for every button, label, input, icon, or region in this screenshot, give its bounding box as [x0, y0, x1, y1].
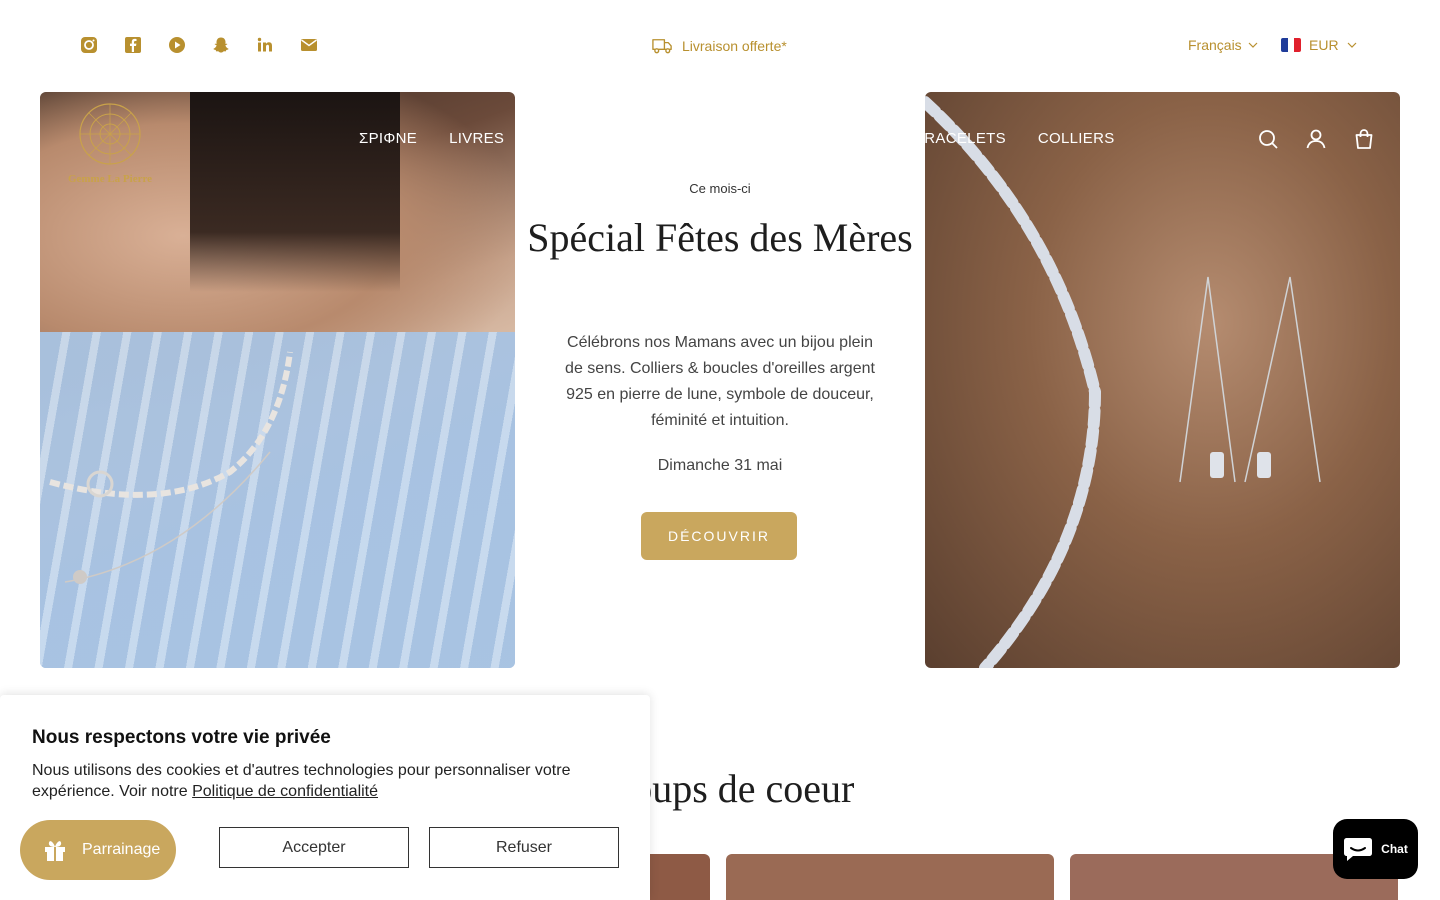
discover-button[interactable]: DÉCOUVRIR [641, 512, 797, 560]
hero-description: Célébrons nos Mamans avec un bijou plein… [565, 334, 875, 429]
france-flag-icon [1281, 38, 1301, 52]
referral-button[interactable]: Parrainage [20, 820, 176, 880]
account-icon[interactable] [1305, 128, 1327, 150]
chevron-down-icon [1248, 42, 1258, 48]
main-nav-right: BRACELETS COLLIERS [914, 130, 1115, 147]
main-nav-left: ΣΡΙΦΝΕ LIVRES [359, 130, 504, 147]
nav-item-livres[interactable]: LIVRES [449, 130, 504, 147]
hero-date: Dimanche 31 mai [657, 457, 783, 474]
social-links [80, 36, 318, 54]
hero-title: Spécial Fêtes des Mères [527, 215, 913, 260]
language-label: Français [1188, 37, 1242, 53]
youtube-icon[interactable] [168, 36, 186, 54]
nav-item-colliers[interactable]: COLLIERS [1038, 130, 1115, 147]
shipping-label: Livraison offerte* [682, 37, 787, 54]
header-actions [1257, 128, 1375, 150]
top-utility-bar: Livraison offerte* Français EUR [0, 0, 1440, 92]
cookie-text: Nous utilisons des cookies et d'autres t… [32, 762, 571, 800]
product-card[interactable] [726, 854, 1054, 900]
language-selector[interactable]: Français [1188, 37, 1258, 53]
moonstone-jewelry-photo [925, 96, 1321, 668]
privacy-policy-link[interactable]: Politique de confidentialité [192, 783, 378, 800]
instagram-icon[interactable] [80, 36, 98, 54]
accept-button[interactable]: Accepter [219, 827, 409, 868]
refuse-button[interactable]: Refuser [429, 827, 619, 868]
gift-icon [45, 841, 65, 861]
currency-label: EUR [1309, 37, 1339, 53]
facebook-icon[interactable] [124, 36, 142, 54]
referral-label: Parrainage [82, 841, 161, 858]
free-shipping-notice[interactable]: Livraison offerte* [651, 34, 787, 57]
mail-icon[interactable] [300, 36, 318, 54]
truck-icon [652, 39, 672, 54]
mandala-logo-icon [79, 103, 141, 165]
hero-eyebrow: Ce mois-ci [689, 181, 751, 196]
cart-icon[interactable] [1353, 128, 1375, 150]
linkedin-icon[interactable] [256, 36, 274, 54]
chat-label: Chat [1381, 842, 1408, 856]
chat-button[interactable]: Chat [1333, 819, 1418, 879]
snapchat-icon[interactable] [212, 36, 230, 54]
nav-item-bracelets[interactable]: BRACELETS [914, 130, 1006, 147]
cookie-title: Nous respectons votre vie privée [32, 727, 331, 748]
chat-bubble-icon [1344, 838, 1373, 861]
hero-image-right [925, 92, 1400, 668]
chevron-down-icon [1347, 42, 1356, 48]
currency-selector[interactable]: EUR [1281, 37, 1357, 53]
search-icon[interactable] [1257, 128, 1279, 150]
brand-logo[interactable]: Gemme La Pierre [63, 102, 157, 185]
brand-name: Gemme La Pierre [67, 173, 153, 185]
nav-item-1[interactable]: ΣΡΙΦΝΕ [359, 130, 417, 147]
